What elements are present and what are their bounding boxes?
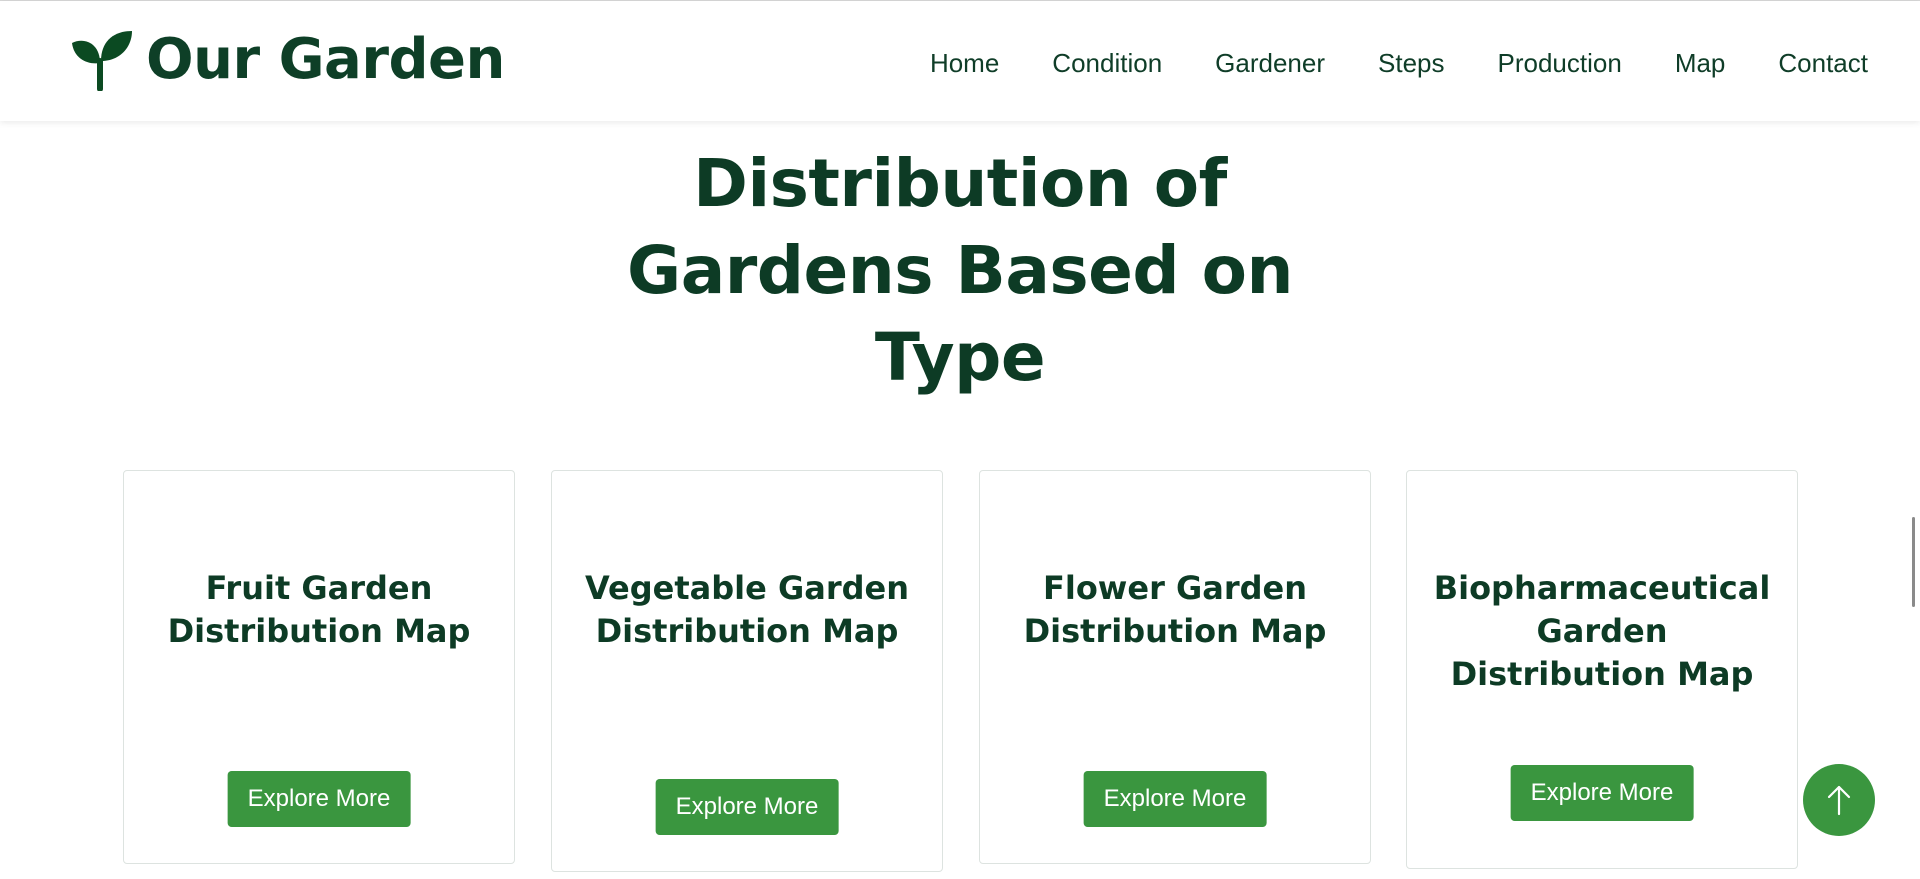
explore-more-button[interactable]: Explore More <box>227 771 411 827</box>
scrollbar[interactable] <box>1912 517 1915 607</box>
card-title: Vegetable Garden Distribution Map <box>585 569 909 650</box>
nav-production[interactable]: Production <box>1498 45 1622 81</box>
explore-more-button[interactable]: Explore More <box>1510 765 1694 821</box>
sprout-icon <box>72 31 132 91</box>
card-biopharmaceutical-garden: Biopharmaceutical Garden Distribution Ma… <box>1406 470 1798 869</box>
nav-condition[interactable]: Condition <box>1052 45 1162 81</box>
nav-steps[interactable]: Steps <box>1378 45 1445 81</box>
section-title-line: Type <box>874 319 1046 396</box>
arrow-up-icon <box>1827 785 1851 816</box>
navbar: Our Garden Home Condition Gardener Steps… <box>0 1 1920 121</box>
nav-gardener[interactable]: Gardener <box>1215 45 1325 81</box>
nav-home[interactable]: Home <box>930 45 999 81</box>
scroll-to-top-button[interactable] <box>1803 764 1875 836</box>
explore-more-button[interactable]: Explore More <box>1083 771 1267 827</box>
section-title-line: Gardens Based on <box>627 232 1293 309</box>
card-title: Biopharmaceutical Garden Distribution Ma… <box>1433 569 1771 693</box>
section-title-line: Distribution of <box>693 145 1227 222</box>
card-fruit-garden: Fruit Garden Distribution Map Explore Mo… <box>123 470 515 864</box>
nav-map[interactable]: Map <box>1675 45 1726 81</box>
brand-name: Our Garden <box>146 27 505 92</box>
card-flower-garden: Flower Garden Distribution Map Explore M… <box>979 470 1371 864</box>
card-title: Flower Garden Distribution Map <box>1023 569 1327 650</box>
nav-contact[interactable]: Contact <box>1778 45 1868 81</box>
brand-logo[interactable]: Our Garden <box>70 29 505 91</box>
explore-more-button[interactable]: Explore More <box>655 779 839 835</box>
card-vegetable-garden: Vegetable Garden Distribution Map Explor… <box>551 470 943 872</box>
card-title: Fruit Garden Distribution Map <box>167 569 471 650</box>
main-nav: Home Condition Gardener Steps Production… <box>877 45 1868 81</box>
section-title: Distribution of Gardens Based on Type <box>560 140 1360 401</box>
